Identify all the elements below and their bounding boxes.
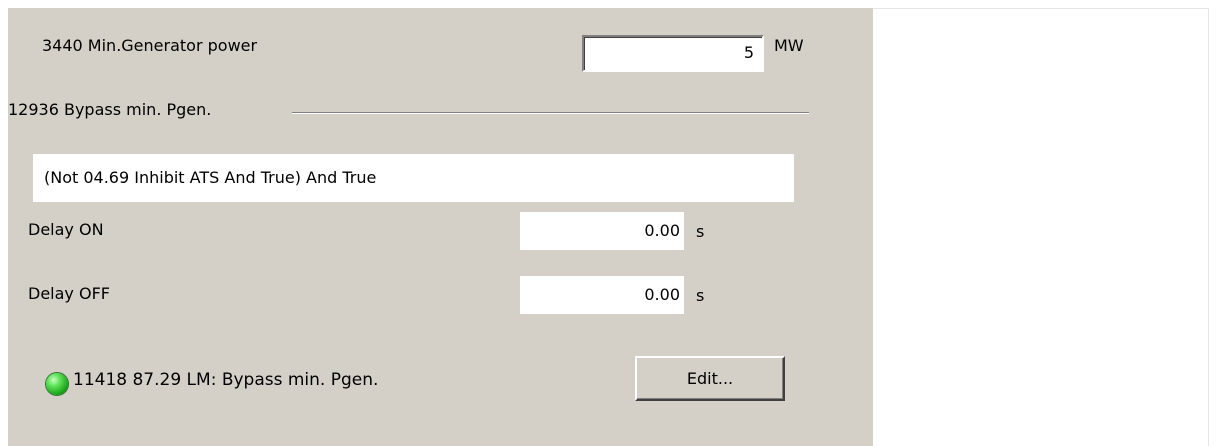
delay-on-input[interactable]: 0.00 (520, 212, 684, 250)
logic-expression-field[interactable]: (Not 04.69 Inhibit ATS And True) And Tru… (33, 154, 794, 202)
bypass-group-label: 12936 Bypass min. Pgen. (8, 100, 212, 119)
delay-off-input[interactable]: 0.00 (520, 276, 684, 314)
min-generator-power-label: 3440 Min.Generator power (42, 36, 258, 55)
blank-area (873, 8, 1209, 446)
min-generator-power-unit: MW (774, 36, 804, 55)
group-divider (292, 112, 809, 114)
status-text: 11418 87.29 LM: Bypass min. Pgen. (73, 370, 379, 390)
delay-off-label: Delay OFF (28, 284, 110, 303)
status-indicator-icon (46, 373, 68, 395)
edit-button[interactable]: Edit... (635, 356, 785, 401)
delay-on-unit: s (696, 222, 705, 241)
settings-panel: 3440 Min.Generator power 5 MW 12936 Bypa… (8, 8, 873, 446)
delay-on-label: Delay ON (28, 220, 104, 239)
delay-off-unit: s (696, 286, 705, 305)
min-generator-power-input[interactable]: 5 (582, 35, 764, 72)
